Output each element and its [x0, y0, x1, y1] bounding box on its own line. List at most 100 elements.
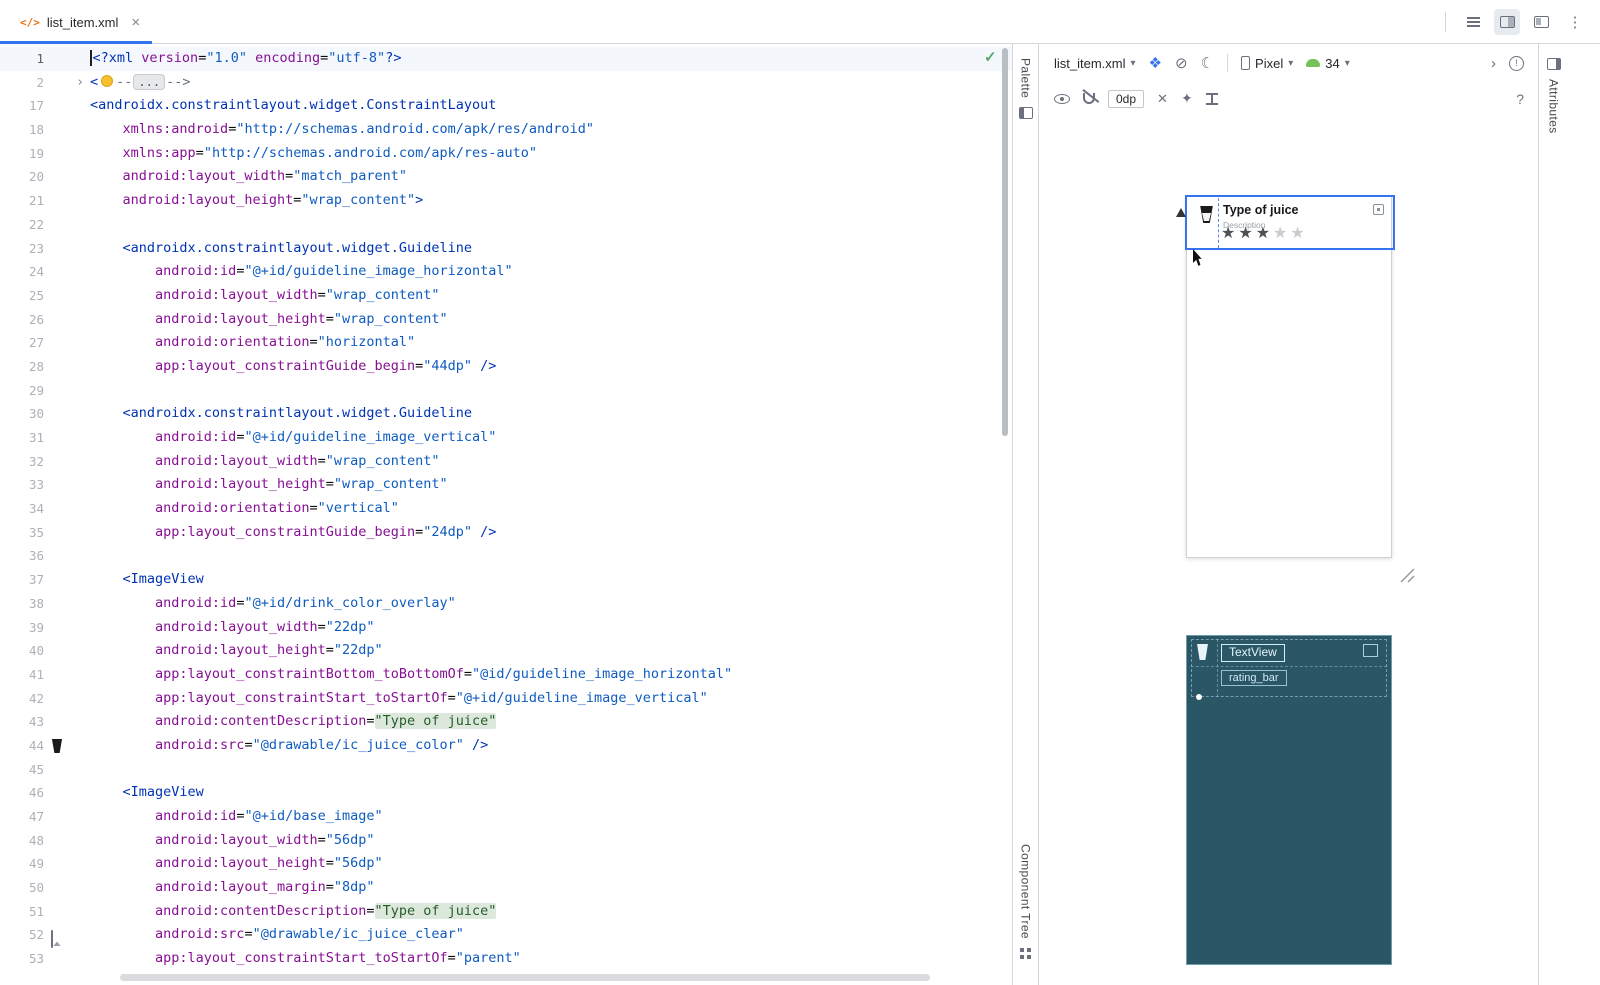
design-view-icon[interactable] [1528, 9, 1554, 35]
blueprint-textview-label[interactable]: TextView [1221, 644, 1285, 662]
blueprint-anchor-handle[interactable] [1196, 694, 1202, 700]
code-line[interactable]: 32 android:layout_width="wrap_content" [0, 450, 1012, 474]
juice-preview-gutter-icon[interactable] [51, 739, 63, 753]
pack-align-icon[interactable] [1206, 93, 1218, 105]
code-line[interactable]: 46 <ImageView [0, 781, 1012, 805]
resize-handle[interactable] [1397, 565, 1417, 585]
attributes-toolwindow-icon[interactable] [1547, 58, 1561, 70]
code-line[interactable]: 43 android:contentDescription="Type of j… [0, 710, 1012, 734]
code-line[interactable]: 37 <ImageView [0, 568, 1012, 592]
code-line[interactable]: 49 android:layout_height="56dp" [0, 852, 1012, 876]
code-line[interactable]: 41 app:layout_constraintBottom_toBottomO… [0, 663, 1012, 687]
gutter-cell [48, 758, 70, 782]
code-line[interactable]: 29 [0, 379, 1012, 403]
editor-horizontal-scrollbar[interactable] [120, 974, 930, 981]
code-line[interactable]: 36 [0, 544, 1012, 568]
help-icon[interactable]: ? [1516, 91, 1524, 107]
code-line[interactable]: 50 android:layout_margin="8dp" [0, 876, 1012, 900]
code-line[interactable]: 47 android:id="@+id/base_image" [0, 805, 1012, 829]
split-view-icon[interactable] [1494, 9, 1520, 35]
code-line[interactable]: 40 android:layout_height="22dp" [0, 639, 1012, 663]
code-line[interactable]: 45 [0, 758, 1012, 782]
design-canvas[interactable]: Type of juice Description ★★★★★ TextView… [1040, 115, 1538, 985]
code-line[interactable]: 48 android:layout_width="56dp" [0, 829, 1012, 853]
code-line[interactable]: 39 android:layout_width="22dp" [0, 616, 1012, 640]
code-line[interactable]: 24 android:id="@+id/guideline_image_hori… [0, 260, 1012, 284]
code-token: "56dp" [326, 832, 375, 848]
editor-tab-bar: </> list_item.xml × ⋮ [0, 0, 1600, 44]
blueprint-overflow-box[interactable] [1363, 644, 1378, 657]
folded-region[interactable]: ... [133, 74, 165, 90]
blueprint-view[interactable]: TextView rating_bar [1186, 635, 1392, 965]
editor-vertical-scrollbar[interactable] [1002, 48, 1008, 436]
toolbar-overflow-icon[interactable]: › [1491, 55, 1496, 72]
view-options-icon[interactable] [1054, 94, 1070, 104]
blueprint-ratingbar-label[interactable]: rating_bar [1221, 670, 1287, 686]
gutter-cell [48, 331, 70, 355]
fold-indicator[interactable]: › [70, 71, 90, 95]
design-surface-icon[interactable]: ❖ [1149, 56, 1162, 71]
design-preview-card[interactable]: Type of juice Description ★★★★★ [1186, 196, 1392, 558]
code-token: <androidx.constraintlayout.widget.Constr… [90, 97, 496, 113]
tab-attributes[interactable]: Attributes [1547, 79, 1561, 134]
autoconnect-off-icon[interactable] [1083, 93, 1095, 104]
code-line[interactable]: 25 android:layout_width="wrap_content" [0, 284, 1012, 308]
default-margins-button[interactable]: 0dp [1108, 90, 1144, 108]
orientation-icon[interactable]: ⊘ [1175, 56, 1188, 71]
code-line[interactable]: 26 android:layout_height="wrap_content" [0, 308, 1012, 332]
design-file-selector[interactable]: list_item.xml ▾ [1054, 56, 1136, 71]
code-token: "Type of juice" [375, 903, 497, 919]
code-line[interactable]: 42 app:layout_constraintStart_toStartOf=… [0, 687, 1012, 711]
code-line[interactable]: 35 app:layout_constraintGuide_begin="24d… [0, 521, 1012, 545]
device-selector[interactable]: Pixel ▾ [1241, 56, 1293, 71]
rating-stars[interactable]: ★★★★★ [1221, 226, 1308, 242]
api-level-selector[interactable]: 34 ▾ [1306, 56, 1350, 71]
code-editor[interactable]: 1<?xml version="1.0" encoding="utf-8"?>2… [0, 44, 1012, 985]
code-line[interactable]: 20 android:layout_width="match_parent" [0, 165, 1012, 189]
star-icon[interactable]: ★ [1290, 225, 1307, 242]
code-line[interactable]: 34 android:orientation="vertical" [0, 497, 1012, 521]
code-view-icon[interactable] [1460, 9, 1486, 35]
code-line[interactable]: 21 android:layout_height="wrap_content"> [0, 189, 1012, 213]
star-icon[interactable]: ★ [1273, 225, 1290, 242]
code-line[interactable]: 23 <androidx.constraintlayout.widget.Gui… [0, 237, 1012, 261]
code-line[interactable]: 27 android:orientation="horizontal" [0, 331, 1012, 355]
more-options-icon[interactable]: ⋮ [1562, 9, 1588, 35]
issues-icon[interactable]: ! [1509, 56, 1524, 71]
clear-constraints-icon[interactable]: ✕ [1157, 91, 1168, 107]
night-mode-icon[interactable]: ☾ [1201, 56, 1214, 71]
tab-component-tree[interactable]: Component Tree [1019, 844, 1033, 939]
component-tree-icon[interactable] [1020, 948, 1031, 959]
code-line[interactable]: 51 android:contentDescription="Type of j… [0, 900, 1012, 924]
code-line[interactable]: 31 android:id="@+id/guideline_image_vert… [0, 426, 1012, 450]
code-line[interactable]: 33 android:layout_height="wrap_content" [0, 473, 1012, 497]
tab-list-item-xml[interactable]: </> list_item.xml × [10, 5, 150, 39]
code-line[interactable]: 17<androidx.constraintlayout.widget.Cons… [0, 94, 1012, 118]
line-number: 30 [0, 402, 48, 426]
code-line[interactable]: 19 xmlns:app="http://schemas.android.com… [0, 142, 1012, 166]
infer-constraints-icon[interactable]: ✦ [1181, 90, 1193, 107]
code-line[interactable]: 52 android:src="@drawable/ic_juice_clear… [0, 923, 1012, 947]
star-icon[interactable]: ★ [1221, 225, 1238, 242]
gutter-cell [48, 237, 70, 261]
gutter-cell [48, 165, 70, 189]
code-line[interactable]: 22 [0, 213, 1012, 237]
code-line[interactable]: 1<?xml version="1.0" encoding="utf-8"?> [0, 47, 1012, 71]
star-icon[interactable]: ★ [1256, 225, 1273, 242]
code-line[interactable]: 2›<--...--> [0, 71, 1012, 95]
star-icon[interactable]: ★ [1238, 225, 1255, 242]
image-preview-gutter-icon[interactable] [51, 930, 53, 948]
code-token: app:layout_constraintBottom_toBottomOf [155, 666, 464, 682]
palette-toolwindow-icon[interactable] [1019, 107, 1033, 119]
code-line[interactable]: 30 <androidx.constraintlayout.widget.Gui… [0, 402, 1012, 426]
tab-close-icon[interactable]: × [131, 14, 140, 31]
code-line[interactable]: 28 app:layout_constraintGuide_begin="44d… [0, 355, 1012, 379]
inspection-ok-icon[interactable]: ✓ [984, 48, 997, 66]
tab-palette[interactable]: Palette [1019, 58, 1033, 98]
line-number: 1 [0, 47, 48, 71]
code-line[interactable]: 38 android:id="@+id/drink_color_overlay" [0, 592, 1012, 616]
code-line[interactable]: 18 xmlns:android="http://schemas.android… [0, 118, 1012, 142]
code-line[interactable]: 44 android:src="@drawable/ic_juice_color… [0, 734, 1012, 758]
code-token: = [326, 855, 334, 871]
code-line[interactable]: 53 app:layout_constraintStart_toStartOf=… [0, 947, 1012, 971]
